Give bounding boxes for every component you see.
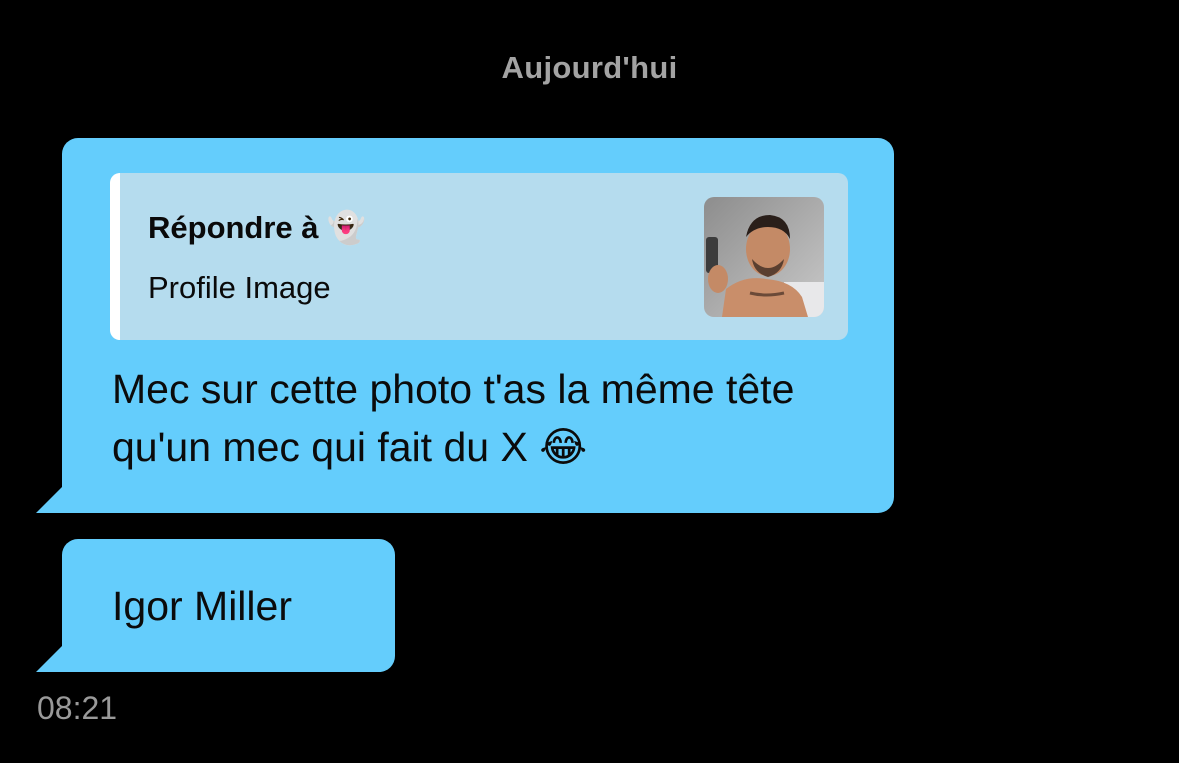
message-text: Mec sur cette photo t'as la même tête qu…	[112, 366, 795, 470]
reply-subtitle: Profile Image	[148, 270, 331, 305]
reply-title: Répondre à 👻	[148, 210, 366, 245]
chat-screen: Aujourd'hui Répondre à 👻 Profile Image M…	[0, 0, 1179, 763]
message-bubble[interactable]: Igor Miller	[36, 539, 395, 672]
message-bubble[interactable]: Répondre à 👻 Profile Image Mec sur cette…	[36, 138, 894, 513]
date-separator: Aujourd'hui	[501, 50, 678, 85]
profile-photo-thumbnail[interactable]	[704, 197, 824, 317]
bubble-tail	[36, 487, 62, 513]
reply-accent-bar	[110, 173, 120, 340]
message-timestamp: 08:21	[37, 690, 118, 726]
reply-quote[interactable]: Répondre à 👻 Profile Image	[110, 173, 848, 340]
profile-photo-icon	[704, 197, 824, 317]
message-text: Igor Miller	[112, 583, 292, 629]
bubble-tail	[36, 646, 62, 672]
